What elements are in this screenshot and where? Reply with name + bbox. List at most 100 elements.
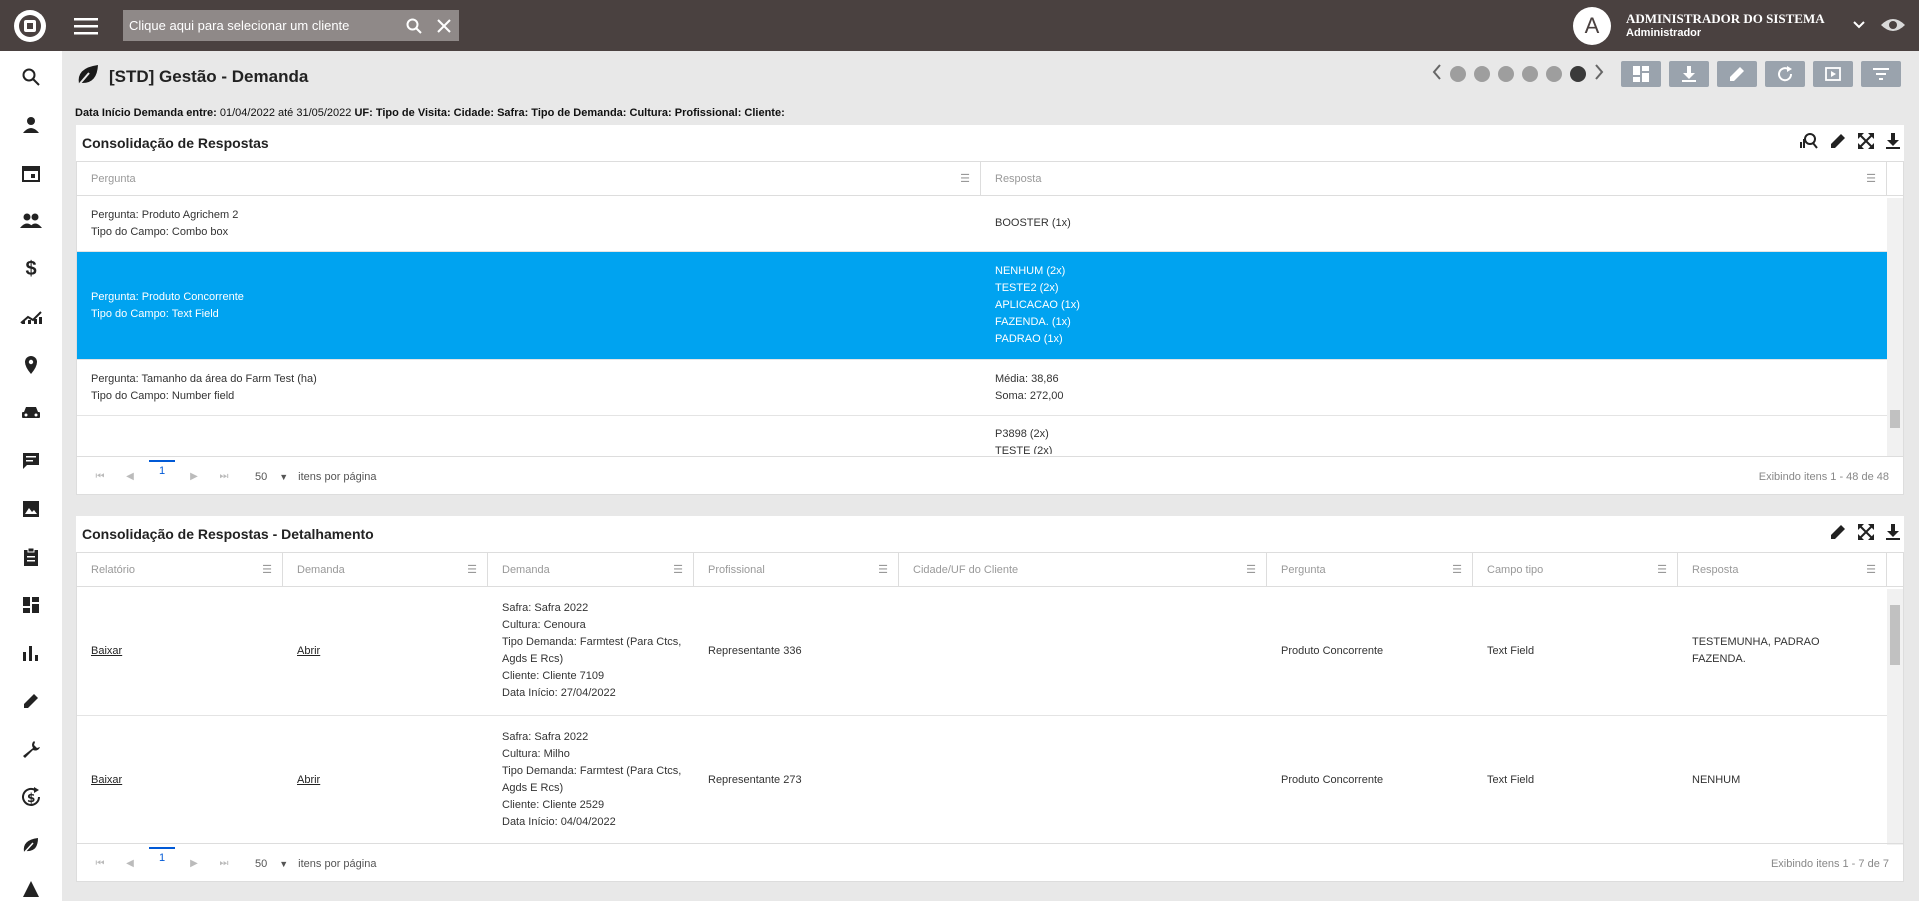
svg-text:$: $	[27, 791, 35, 805]
table-row[interactable]: P3898 (2x) TESTE (2x)	[77, 416, 1903, 454]
column-menu-icon: ☰	[878, 564, 888, 576]
dashboard-pager	[1432, 64, 1604, 83]
chevron-down-icon[interactable]: ▼	[279, 859, 288, 869]
filter-label: Data Início Demanda entre:	[75, 107, 217, 119]
page-number[interactable]: 1	[149, 846, 175, 865]
user-name: ADMINISTRADOR DO SISTEMA	[1626, 11, 1825, 26]
alert-icon[interactable]	[19, 877, 43, 901]
prev-page-icon[interactable]: ◀	[121, 858, 139, 869]
table-row[interactable]: Baixar Abrir Safra: Safra 2022 Cultura: C…	[77, 587, 1903, 716]
column-menu-icon: ☰	[1246, 564, 1256, 576]
photo-icon[interactable]	[19, 497, 43, 521]
dollar-icon[interactable]: $	[19, 257, 43, 281]
per-page-select[interactable]: 50	[255, 471, 267, 483]
column-header[interactable]: Demanda ☰	[488, 553, 694, 586]
people-icon[interactable]	[19, 209, 43, 233]
pencil-icon[interactable]	[19, 689, 43, 713]
page-dot[interactable]	[1546, 65, 1562, 82]
page-dot[interactable]	[1522, 65, 1538, 82]
column-header[interactable]: Relatório ☰	[77, 553, 283, 586]
wrench-icon[interactable]	[19, 737, 43, 761]
column-menu-icon: ☰	[467, 564, 477, 576]
edit-icon[interactable]	[1830, 133, 1846, 152]
page-dot-active[interactable]	[1570, 65, 1586, 82]
expand-icon[interactable]	[1858, 133, 1874, 152]
location-icon[interactable]	[19, 353, 43, 377]
money-refresh-icon[interactable]: $	[19, 785, 43, 809]
avatar[interactable]: A	[1573, 7, 1611, 45]
download-icon[interactable]	[1886, 524, 1900, 543]
chat-icon[interactable]	[19, 449, 43, 473]
baixar-link[interactable]: Baixar	[91, 643, 271, 660]
page-dot[interactable]	[1474, 65, 1490, 82]
prev-page-icon[interactable]: ◀	[121, 471, 139, 482]
layout-button[interactable]	[1621, 61, 1661, 87]
bar-chart-icon[interactable]	[19, 641, 43, 665]
user-menu[interactable]: A ADMINISTRADOR DO SISTEMA Administrador	[1573, 6, 1865, 46]
clear-icon[interactable]	[429, 10, 459, 41]
zoom-icon[interactable]	[1800, 133, 1818, 152]
download-button[interactable]	[1669, 61, 1709, 87]
panel-title: Consolidação de Respostas	[82, 135, 269, 151]
leaf-icon	[75, 62, 101, 91]
column-header[interactable]: Resposta ☰	[981, 162, 1887, 195]
chevron-down-icon[interactable]	[1852, 20, 1865, 32]
page-dot[interactable]	[1498, 65, 1514, 82]
column-header[interactable]: Demanda ☰	[283, 553, 488, 586]
calendar-icon[interactable]	[19, 161, 43, 185]
toolbar	[1621, 61, 1901, 87]
last-page-icon[interactable]: ⏭	[215, 858, 233, 869]
expand-icon[interactable]	[1858, 524, 1874, 543]
per-page-select[interactable]: 50	[255, 858, 267, 870]
filter-button[interactable]	[1861, 61, 1901, 87]
abrir-link[interactable]: Abrir	[297, 772, 476, 789]
chevron-down-icon[interactable]: ▼	[279, 472, 288, 482]
first-page-icon[interactable]: ⏮	[91, 858, 109, 869]
column-header[interactable]: Pergunta ☰	[1267, 553, 1473, 586]
refresh-button[interactable]	[1765, 61, 1805, 87]
table-row[interactable]: Baixar Abrir Safra: Safra 2022 Cultura: M…	[77, 716, 1903, 843]
search-icon[interactable]	[19, 65, 43, 89]
download-icon[interactable]	[1886, 133, 1900, 152]
leaf-icon[interactable]	[19, 833, 43, 857]
abrir-link[interactable]: Abrir	[297, 643, 476, 660]
baixar-link[interactable]: Baixar	[91, 772, 271, 789]
client-search-input[interactable]: Clique aqui para selecionar um cliente	[123, 10, 459, 41]
scrollbar[interactable]	[1887, 589, 1903, 845]
next-page-icon[interactable]: ▶	[185, 471, 203, 482]
column-menu-icon[interactable]: ☰	[1866, 172, 1876, 185]
column-header[interactable]: Pergunta ☰	[77, 162, 981, 195]
column-menu-icon: ☰	[1866, 564, 1876, 576]
table-row[interactable]: Pergunta: Produto Agrichem 2 Tipo do Camp…	[77, 196, 1903, 252]
first-page-icon[interactable]: ⏮	[91, 471, 109, 482]
scrollbar[interactable]	[1887, 198, 1903, 456]
chevron-left-icon[interactable]	[1432, 64, 1442, 83]
car-icon[interactable]	[19, 401, 43, 425]
page-number[interactable]: 1	[149, 459, 175, 478]
eye-icon[interactable]	[1880, 15, 1906, 38]
trending-icon[interactable]	[19, 305, 43, 329]
column-header[interactable]: Campo tipo ☰	[1473, 553, 1678, 586]
column-header[interactable]: Resposta ☰	[1678, 553, 1887, 586]
table-row[interactable]: Pergunta: Tamanho da área do Farm Test (…	[77, 360, 1903, 416]
clipboard-icon[interactable]	[19, 545, 43, 569]
page-dot[interactable]	[1450, 65, 1466, 82]
last-page-icon[interactable]: ⏭	[215, 471, 233, 482]
menu-icon[interactable]	[66, 0, 106, 51]
column-header[interactable]: Cidade/UF do Cliente ☰	[899, 553, 1267, 586]
search-icon[interactable]	[399, 10, 429, 41]
chevron-right-icon[interactable]	[1594, 64, 1604, 83]
app-logo-icon[interactable]	[0, 0, 60, 51]
edit-icon[interactable]	[1830, 524, 1846, 543]
column-header[interactable]: Profissional ☰	[694, 553, 899, 586]
grid-footer: ⏮ ◀ 1 ▶ ⏭ 50 ▼ itens por página Exibindo…	[77, 456, 1903, 494]
presentation-button[interactable]	[1813, 61, 1853, 87]
search-placeholder: Clique aqui para selecionar um cliente	[129, 18, 350, 33]
page-title: [STD] Gestão - Demanda	[109, 66, 309, 86]
dashboard-icon[interactable]	[19, 593, 43, 617]
table-row-selected[interactable]: Pergunta: Produto Concorrente Tipo do Cam…	[77, 252, 1903, 360]
person-icon[interactable]	[19, 113, 43, 137]
edit-button[interactable]	[1717, 61, 1757, 87]
column-menu-icon[interactable]: ☰	[960, 172, 970, 185]
next-page-icon[interactable]: ▶	[185, 858, 203, 869]
